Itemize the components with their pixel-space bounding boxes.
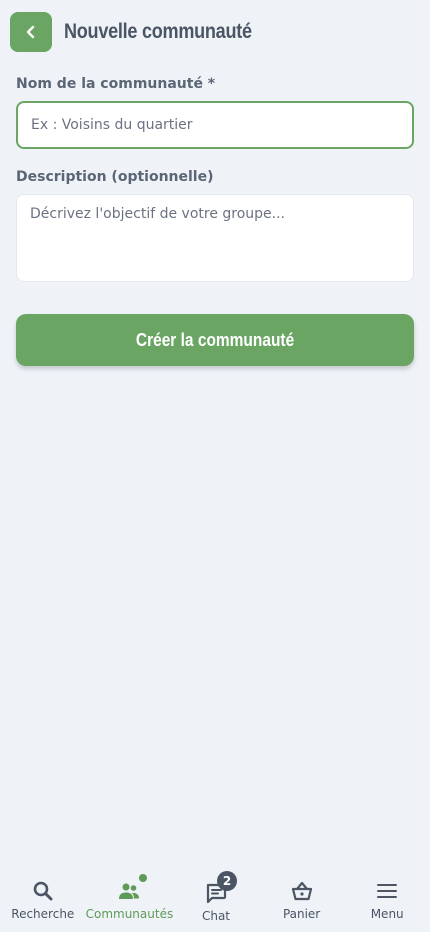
- nav-item-panier[interactable]: Panier: [259, 862, 345, 932]
- description-textarea[interactable]: [16, 194, 414, 282]
- nav-label-panier: Panier: [282, 907, 321, 921]
- nav-item-communautes[interactable]: Communautés: [85, 862, 174, 932]
- community-name-input[interactable]: [16, 101, 414, 149]
- nav-label-communautes: Communautés: [85, 907, 174, 921]
- notification-dot: [139, 874, 148, 882]
- community-name-label: Nom de la communauté *: [16, 76, 216, 92]
- chevron-left-icon: [26, 25, 35, 39]
- description-label: Description (optionnelle): [16, 169, 214, 185]
- basket-icon: [291, 881, 312, 901]
- header: Nouvelle communauté: [0, 0, 430, 64]
- nav-item-menu[interactable]: Menu: [344, 862, 430, 932]
- menu-icon: [377, 884, 398, 898]
- people-icon-wrapper: [117, 874, 148, 903]
- search-icon: [33, 881, 53, 901]
- nav-item-recherche[interactable]: Recherche: [0, 862, 86, 932]
- bottom-nav: Recherche Communautés 2 Chat Panier Menu: [0, 862, 430, 932]
- create-community-button[interactable]: Créer la communauté: [16, 314, 414, 366]
- page-title: Nouvelle communauté: [64, 20, 252, 43]
- back-button[interactable]: [10, 12, 52, 52]
- nav-item-chat[interactable]: 2 Chat: [173, 862, 259, 932]
- nav-label-menu: Menu: [370, 907, 404, 921]
- chat-icon-wrapper: 2: [204, 871, 237, 905]
- chat-badge: 2: [217, 871, 237, 891]
- create-community-label: Créer la communauté: [135, 329, 295, 350]
- people-icon: [119, 883, 140, 899]
- nav-label-recherche: Recherche: [11, 907, 75, 921]
- nav-label-chat: Chat: [201, 909, 231, 923]
